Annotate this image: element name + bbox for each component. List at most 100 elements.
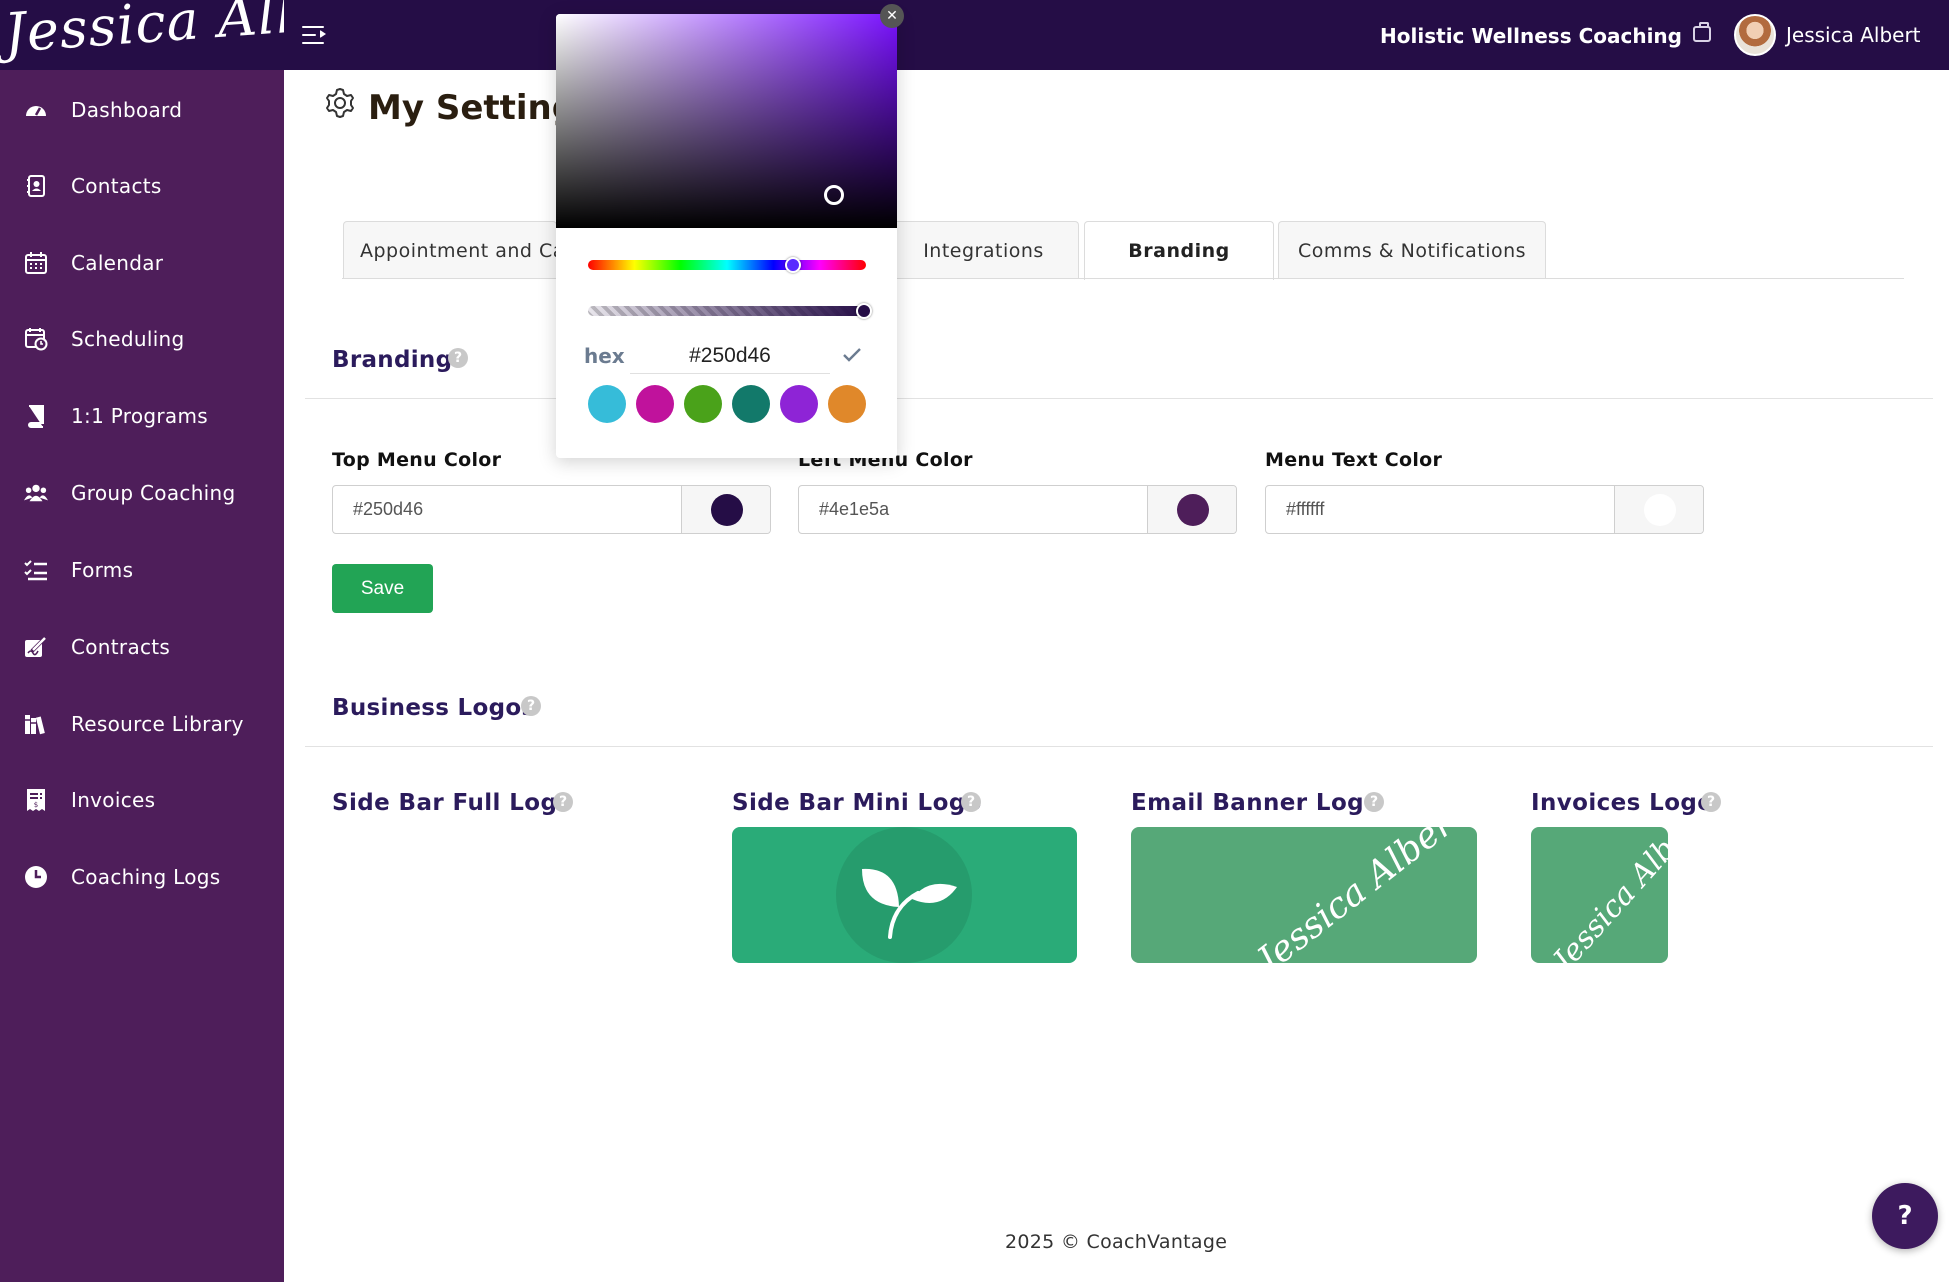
hex-label: hex: [584, 344, 625, 368]
preset-swatch-purple[interactable]: [780, 385, 818, 423]
invoices-logo-image[interactable]: Jessica Albert: [1531, 827, 1668, 963]
sidebar-item-label: Scheduling: [71, 327, 185, 351]
user-name[interactable]: Jessica Albert: [1786, 23, 1921, 47]
top-menu-color-input[interactable]: [333, 486, 681, 533]
footer-copyright: 2025 © CoachVantage: [1005, 1231, 1228, 1253]
business-logos-section-title: Business Logos: [332, 695, 536, 721]
close-icon[interactable]: ✕: [880, 4, 904, 28]
sidebar-item-label: Contracts: [71, 635, 171, 659]
hue-slider-handle[interactable]: [785, 257, 801, 273]
preset-swatch-cyan[interactable]: [588, 385, 626, 423]
tab-label: Comms & Notifications: [1297, 239, 1527, 262]
users-icon: [24, 481, 48, 505]
saturation-handle[interactable]: [824, 185, 844, 205]
preset-swatch-green[interactable]: [684, 385, 722, 423]
saturation-value-area[interactable]: [556, 14, 897, 228]
sidebar-mini-logo-image[interactable]: [732, 827, 1077, 963]
book-icon: [24, 404, 48, 428]
color-swatch: [1177, 494, 1209, 526]
tab-label: Appointment and Calendar: [360, 239, 556, 262]
sidebar-item-label: Resource Library: [71, 712, 244, 736]
sidebar-item-group-coaching[interactable]: Group Coaching: [0, 465, 284, 521]
menu-toggle-icon[interactable]: [302, 24, 330, 46]
top-menu-color-label: Top Menu Color: [332, 449, 502, 471]
color-swatch: [711, 494, 743, 526]
section-divider: [305, 746, 1933, 747]
section-divider: [305, 398, 1933, 399]
leaf-logo-icon: [836, 827, 972, 963]
sidebar-full-logo-label: Side Bar Full Logo: [332, 790, 574, 816]
menu-text-color-swatch-button[interactable]: [1614, 486, 1703, 533]
preset-swatch-orange[interactable]: [828, 385, 866, 423]
business-name[interactable]: Holistic Wellness Coaching: [1380, 24, 1682, 48]
sidebar-item-invoices[interactable]: $ Invoices: [0, 772, 284, 828]
left-menu-color-swatch-button[interactable]: [1147, 486, 1236, 533]
sidebar-item-label: Invoices: [71, 788, 156, 812]
tab-comms-notifications[interactable]: Comms & Notifications: [1278, 221, 1546, 279]
sidebar-item-label: Dashboard: [71, 98, 183, 122]
sidebar-item-resource-library[interactable]: Resource Library: [0, 696, 284, 752]
email-banner-logo-label: Email Banner Logo: [1131, 790, 1381, 816]
hex-input[interactable]: [630, 338, 830, 374]
help-icon[interactable]: ?: [521, 696, 541, 716]
brand-logo[interactable]: Jessica Albert: [0, 0, 284, 70]
sidebar-item-scheduling[interactable]: Scheduling: [0, 311, 284, 367]
checklist-icon: [24, 558, 48, 582]
sidebar-item-dashboard[interactable]: Dashboard: [0, 82, 284, 138]
contacts-icon: [24, 174, 48, 198]
preset-swatch-teal[interactable]: [732, 385, 770, 423]
help-icon[interactable]: ?: [448, 348, 468, 368]
help-icon[interactable]: ?: [1364, 792, 1384, 812]
tab-label: Integrations: [923, 239, 1044, 262]
library-icon: [24, 712, 48, 736]
check-icon[interactable]: [841, 344, 865, 368]
hue-slider[interactable]: [588, 257, 866, 273]
preset-swatch-magenta[interactable]: [636, 385, 674, 423]
email-banner-logo-text: Jessica Albert: [1249, 827, 1473, 963]
clock-icon: [24, 865, 48, 889]
menu-text-color-input[interactable]: [1266, 486, 1614, 533]
alpha-slider[interactable]: [588, 303, 872, 319]
sidebar-item-label: Calendar: [71, 251, 164, 275]
top-menu-color-swatch-button[interactable]: [681, 486, 770, 533]
sidebar-item-label: Forms: [71, 558, 134, 582]
top-bar: Jessica Albert Holistic Wellness Coachin…: [0, 0, 1949, 70]
brand-logo-text: Jessica Albert: [2, 0, 284, 65]
menu-text-color-field: [1265, 485, 1704, 534]
avatar[interactable]: [1734, 14, 1776, 56]
help-icon[interactable]: ?: [1701, 792, 1721, 812]
scheduling-icon: [24, 327, 48, 351]
sidebar-item-calendar[interactable]: Calendar: [0, 235, 284, 291]
sidebar-item-forms[interactable]: Forms: [0, 542, 284, 598]
color-picker-popover: ✕ hex: [556, 4, 904, 458]
sidebar-item-contacts[interactable]: Contacts: [0, 158, 284, 214]
invoices-logo-text: Jessica Albert: [1546, 827, 1668, 963]
help-icon[interactable]: ?: [961, 792, 981, 812]
svg-text:$: $: [34, 801, 38, 809]
color-swatch: [1644, 494, 1676, 526]
left-menu-color-input[interactable]: [799, 486, 1147, 533]
sidebar-item-label: Group Coaching: [71, 481, 236, 505]
email-banner-logo-image[interactable]: Jessica Albert: [1131, 827, 1477, 963]
invoice-icon: $: [24, 788, 48, 812]
tab-integrations[interactable]: Integrations: [888, 221, 1079, 279]
sidebar-mini-logo-label: Side Bar Mini Logo: [732, 790, 982, 816]
sidebar-item-coaching-logs[interactable]: Coaching Logs: [0, 849, 284, 905]
sidebar-item-label: Coaching Logs: [71, 865, 221, 889]
sidebar-item-label: 1:1 Programs: [71, 404, 208, 428]
tab-appointment-calendar[interactable]: Appointment and Calendar: [343, 221, 557, 279]
sidebar: Dashboard Contacts Calendar Scheduling 1…: [0, 70, 284, 1282]
briefcase-icon[interactable]: [1693, 22, 1711, 42]
calendar-icon: [24, 251, 48, 275]
save-button[interactable]: Save: [332, 564, 433, 613]
sidebar-item-label: Contacts: [71, 174, 162, 198]
gear-icon: [326, 88, 354, 118]
alpha-slider-handle[interactable]: [856, 303, 872, 319]
left-menu-color-field: [798, 485, 1237, 534]
tab-branding[interactable]: Branding: [1084, 221, 1274, 280]
help-button[interactable]: ?: [1872, 1183, 1938, 1249]
menu-text-color-label: Menu Text Color: [1265, 449, 1443, 471]
sidebar-item-programs[interactable]: 1:1 Programs: [0, 388, 284, 444]
help-icon[interactable]: ?: [553, 792, 573, 812]
sidebar-item-contracts[interactable]: Contracts: [0, 619, 284, 675]
